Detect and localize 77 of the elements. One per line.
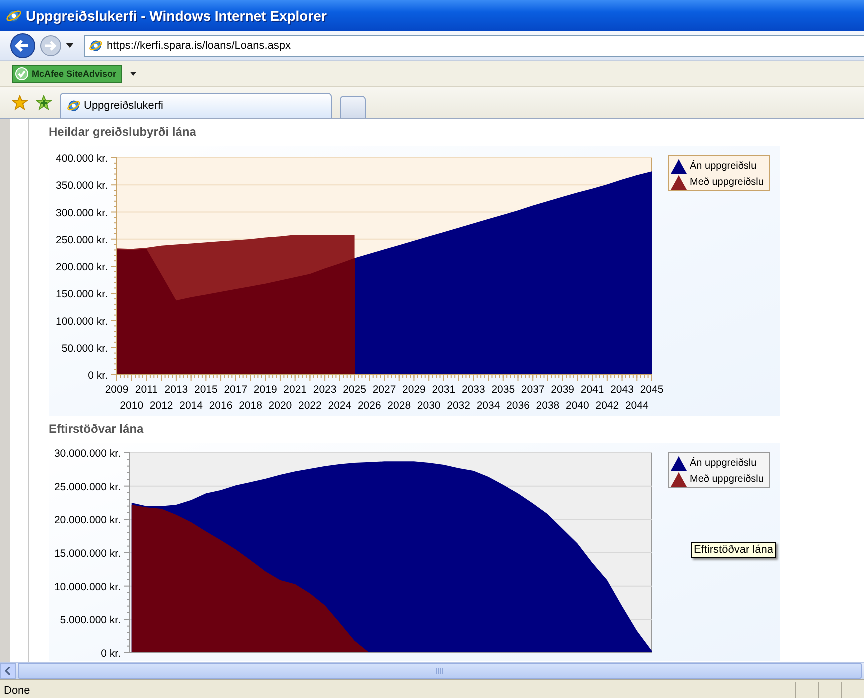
axis-label: 15.000.000 kr. [54, 548, 121, 560]
axis-label: 2031 [432, 384, 456, 396]
axis-label: 300.000 kr. [56, 207, 108, 220]
axis-label: 2033 [462, 384, 486, 396]
browser-tab[interactable]: Uppgreiðslukerfi [60, 93, 332, 118]
axis-label: 400.000 kr. [56, 153, 108, 165]
axis-label: 2037 [521, 384, 545, 396]
back-icon[interactable] [10, 32, 36, 58]
tooltip: Eftirstöðvar lána [691, 542, 776, 558]
dropdown-caret-icon[interactable] [66, 43, 74, 48]
axis-label: 2036 [506, 400, 530, 412]
axis-label: 200.000 kr. [56, 262, 108, 274]
axis-label: 250.000 kr. [56, 234, 108, 246]
axis-label: 2039 [551, 384, 575, 396]
favorites-star-icon[interactable] [12, 94, 28, 110]
axis-label: 2029 [402, 384, 426, 396]
axis-label: 2041 [580, 384, 604, 396]
browser-logo-icon [67, 99, 81, 113]
axis-label: 2013 [164, 384, 188, 396]
chart-heading: Eftirstöðvar lána [49, 422, 145, 436]
axis-label: 2030 [417, 400, 441, 412]
address-field[interactable]: https://kerfi.spara.is/loans/Loans.aspx [84, 34, 864, 56]
axis-label: 150.000 kr. [56, 288, 108, 301]
axis-label: 2009 [105, 384, 129, 396]
legend-label: Án uppgreiðslu [690, 458, 757, 469]
axis-label: 2019 [254, 384, 278, 396]
axis-label: 30.000.000 kr. [54, 448, 121, 460]
scroll-left-button[interactable] [0, 663, 16, 679]
axis-label: 2042 [596, 400, 620, 412]
axis-label: 2020 [268, 400, 292, 412]
axis-label: 2038 [536, 400, 560, 412]
axis-label: 2023 [313, 384, 337, 396]
chart-heading: Heildar greiðslubyrði lána [49, 125, 198, 139]
axis-label: 25.000.000 kr. [54, 481, 121, 494]
axis-label: 2025 [343, 384, 366, 396]
axis-label: 2024 [328, 400, 352, 412]
window-title: Uppgreiðslukerfi - Windows Internet Explorer [26, 8, 327, 24]
status-text: Done [3, 684, 32, 696]
axis-label: 350.000 kr. [56, 180, 108, 192]
axis-label: 2014 [180, 400, 203, 412]
axis-label: 2027 [372, 384, 396, 396]
axis-label: 2010 [120, 400, 144, 412]
legend-label: Með uppgreiðslu [690, 474, 764, 485]
axis-label: 2021 [284, 384, 308, 396]
axis-label: 2032 [447, 400, 470, 412]
axis-label: 2011 [135, 384, 158, 396]
axis-label: 2026 [358, 400, 382, 412]
axis-label: 2012 [150, 400, 174, 412]
axis-label: 100.000 kr. [56, 316, 108, 328]
axis-label: 2017 [224, 384, 248, 396]
axis-label: 20.000.000 kr. [54, 514, 121, 527]
browser-logo-icon [89, 38, 103, 52]
axis-label: 0 kr. [101, 648, 121, 660]
axis-label: 50.000 kr. [62, 342, 108, 355]
browser-logo-icon [6, 8, 22, 24]
axis-label: 2040 [566, 400, 590, 412]
axis-label: 2044 [625, 400, 649, 412]
legend-label: Án uppgreiðslu [690, 161, 757, 172]
axis-label: 0 kr. [88, 370, 108, 382]
check-icon [15, 66, 29, 80]
legend-label: Með uppgreiðslu [690, 177, 764, 188]
axis-label: 2043 [610, 384, 634, 396]
axis-label: 2028 [388, 400, 412, 412]
axis-label: 2018 [239, 400, 262, 412]
new-tab-button[interactable] [340, 96, 366, 118]
axis-label: 2015 [194, 384, 218, 396]
axis-label: 2045 [640, 384, 664, 396]
axis-label: 2016 [209, 400, 233, 412]
grip-icon [436, 668, 444, 674]
dropdown-caret-icon[interactable] [130, 72, 137, 76]
axis-label: 10.000.000 kr. [54, 581, 121, 594]
axis-label: 2022 [298, 400, 322, 412]
axis-label: 5.000.000 kr. [60, 614, 121, 627]
add-favorite-icon[interactable] [36, 94, 52, 110]
axis-label: 2034 [476, 400, 500, 412]
axis-label: 2035 [492, 384, 516, 396]
siteadvisor-button[interactable]: McAfee SiteAdvisor [12, 64, 122, 82]
